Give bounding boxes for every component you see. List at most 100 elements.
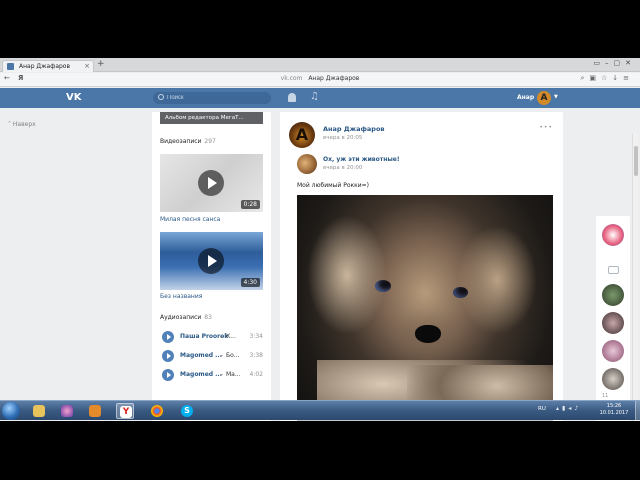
photo-detail	[453, 287, 468, 298]
audio-song[interactable]: К...	[226, 333, 236, 340]
taskbar: Y S RU ▴▮◂♪ 15:26 10.01.2017	[0, 400, 640, 421]
taskbar-app-player[interactable]	[86, 403, 104, 419]
music-icon[interactable]: ♫	[310, 91, 319, 102]
user-avatar[interactable]: A	[537, 91, 551, 105]
system-tray-icons[interactable]: ▴▮◂♪	[556, 405, 581, 412]
audio-song[interactable]: Бо...	[226, 352, 240, 359]
audio-duration: 4:02	[249, 371, 263, 378]
audio-separator: –	[220, 371, 223, 378]
new-tab-button[interactable]: +	[97, 59, 105, 70]
repost-source-avatar[interactable]	[297, 154, 317, 174]
taskbar-app-chrome[interactable]	[148, 403, 166, 419]
taskbar-app-yandex[interactable]: Y	[116, 403, 134, 419]
url-field[interactable]: vk.com Анар Джафаров	[0, 75, 640, 82]
audio-row[interactable]: Magomed ... – Бо... 3:38	[160, 349, 265, 363]
photo-detail	[415, 325, 441, 343]
folder-icon	[33, 405, 45, 417]
videos-header[interactable]: Видеозаписи 297	[160, 138, 216, 145]
chat-avatar[interactable]	[602, 340, 624, 362]
audio-header[interactable]: Аудиозаписи 83	[160, 314, 212, 321]
search-input[interactable]	[167, 93, 267, 103]
more-options-icon[interactable]: •••	[539, 124, 553, 131]
media-icon	[61, 405, 73, 417]
vk-favicon-icon	[7, 63, 14, 70]
audio-row[interactable]: Magomed ... – Ма... 4:02	[160, 368, 265, 382]
language-indicator[interactable]: RU	[538, 406, 546, 412]
audio-artist[interactable]: Magomed ...	[180, 352, 222, 359]
album-link[interactable]: Альбом редактора МегаТ...	[160, 112, 263, 124]
video-thumbnail-2[interactable]: 4:30	[160, 232, 263, 290]
post-time[interactable]: вчера в 20:05	[323, 135, 362, 141]
address-bar: ← Я vk.com Анар Джафаров ⌕▣☆↓≡	[0, 73, 640, 87]
wall-post: A Анар Джафаров вчера в 20:05 ••• Ох, уж…	[280, 112, 563, 421]
player-icon	[89, 405, 101, 417]
video-title-2[interactable]: Без названия	[160, 293, 202, 300]
audio-separator: –	[220, 352, 223, 359]
search-icon	[158, 94, 164, 100]
page-scrollbar[interactable]	[632, 134, 638, 421]
video-duration: 0:28	[240, 200, 260, 209]
vk-header: VK ♫ Анар A ▼	[0, 88, 640, 108]
browser-tab-bar: Анар Джафаров × + ▭–▢✕	[0, 58, 640, 72]
chevron-down-icon[interactable]: ▼	[554, 94, 558, 100]
search-box[interactable]	[153, 92, 271, 104]
profile-sidebar: Альбом редактора МегаТ... Видеозаписи 297…	[152, 112, 271, 421]
browser-tab[interactable]: Анар Джафаров ×	[2, 60, 94, 72]
bell-icon[interactable]	[288, 93, 296, 102]
post-author-avatar[interactable]: A	[289, 122, 315, 148]
chat-avatar[interactable]	[602, 312, 624, 334]
videos-title: Видеозаписи	[160, 138, 202, 145]
audio-row[interactable]: Паша Proorok – К... 3:34	[160, 330, 265, 344]
chat-sidebar: 11	[596, 216, 630, 421]
audio-title: Аудиозаписи	[160, 314, 202, 321]
url-domain: vk.com	[280, 75, 303, 82]
tab-title: Анар Джафаров	[19, 63, 71, 70]
play-icon[interactable]	[162, 350, 174, 362]
chrome-icon	[151, 405, 163, 417]
url-page-title: Анар Джафаров	[308, 75, 360, 82]
yandex-browser-icon: Y	[120, 406, 132, 418]
repost-source-name[interactable]: Ох, уж эти животные!	[323, 156, 400, 163]
chat-avatar[interactable]	[602, 368, 624, 390]
chat-count[interactable]: 11	[602, 393, 608, 399]
screen: Анар Джафаров × + ▭–▢✕ ← Я vk.com Анар Д…	[0, 58, 640, 421]
audio-artist[interactable]: Magomed ...	[180, 371, 222, 378]
play-icon[interactable]	[162, 369, 174, 381]
close-icon[interactable]: ×	[84, 61, 90, 72]
post-text: Мой любимый Рокки=)	[297, 182, 370, 189]
play-icon[interactable]	[198, 248, 224, 274]
skype-icon: S	[181, 405, 193, 417]
repost-time[interactable]: вчера в 20:00	[323, 165, 362, 171]
taskbar-app-media[interactable]	[58, 403, 76, 419]
post-author[interactable]: Анар Джафаров	[323, 125, 385, 133]
user-name[interactable]: Анар	[517, 94, 534, 101]
show-desktop-button[interactable]	[635, 401, 640, 421]
video-duration: 4:30	[240, 278, 260, 287]
album-label: Альбом редактора МегаТ...	[165, 115, 244, 121]
audio-song[interactable]: Ма...	[226, 371, 241, 378]
audio-count: 83	[204, 314, 212, 321]
window-controls[interactable]: ▭–▢✕	[593, 59, 636, 67]
camera-icon[interactable]	[608, 266, 619, 274]
chat-avatar[interactable]	[602, 284, 624, 306]
start-button[interactable]	[2, 402, 20, 420]
taskbar-app-skype[interactable]: S	[178, 403, 196, 419]
clock[interactable]: 15:26 10.01.2017	[598, 403, 630, 417]
photo-detail	[457, 225, 537, 335]
video-title-1[interactable]: Милая песня санса	[160, 216, 220, 223]
clock-time: 15:26	[606, 403, 622, 409]
post-photo[interactable]	[297, 195, 553, 421]
photo-detail	[375, 280, 391, 292]
photo-detail	[307, 215, 387, 335]
audio-duration: 3:38	[249, 352, 263, 359]
videos-count: 297	[204, 138, 216, 145]
play-icon[interactable]	[162, 331, 174, 343]
video-thumbnail-1[interactable]: 0:28	[160, 154, 263, 212]
vk-logo-icon[interactable]: VK	[66, 91, 84, 104]
scroll-to-top-link[interactable]: ˄ Наверх	[8, 121, 36, 128]
play-icon[interactable]	[198, 170, 224, 196]
chat-avatar[interactable]	[602, 224, 624, 246]
address-bar-icons[interactable]: ⌕▣☆↓≡	[580, 74, 634, 83]
scroll-thumb[interactable]	[634, 146, 638, 176]
taskbar-app-explorer[interactable]	[30, 403, 48, 419]
